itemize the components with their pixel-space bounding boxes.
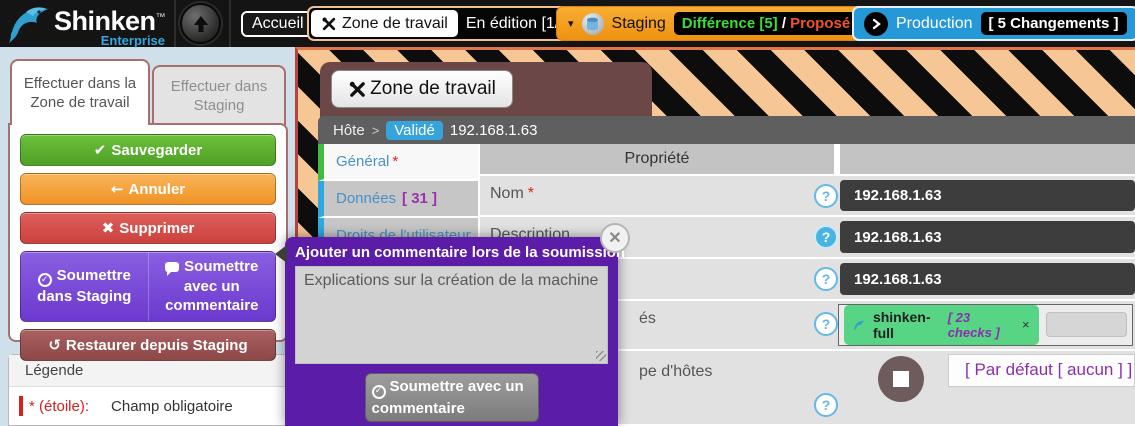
template-tag-name: shinken-full xyxy=(873,309,941,341)
action-panel: ✔Sauvegarder ←Annuler ✖Supprimer ✓Soumet… xyxy=(8,123,288,342)
submit-split-button: ✓Soumettre dans Staging Soumettre avec u… xyxy=(20,251,276,322)
comment-textarea-wrap: Explications sur la création de la machi… xyxy=(295,266,608,364)
template-tag[interactable]: shinken-full [ 23 checks ] × xyxy=(844,305,1039,345)
circled-check-icon: ✓ xyxy=(38,273,52,287)
template-search-input[interactable] xyxy=(1046,312,1127,337)
status-badge: Validé xyxy=(386,121,443,140)
help-icon[interactable]: ? xyxy=(814,312,838,336)
help-icon[interactable]: ? xyxy=(814,184,838,208)
help-icon[interactable]: ? xyxy=(814,393,838,417)
legend-key: * (étoile): xyxy=(29,398,89,415)
breadcrumb-separator: > xyxy=(372,123,380,138)
tools-icon xyxy=(348,80,367,99)
legend-marker xyxy=(19,396,23,416)
nom-input[interactable]: 192.168.1.63 xyxy=(840,180,1135,212)
workzone-title: Zone de travail xyxy=(342,15,448,33)
field-label-hostgroup: pe d'hôtes xyxy=(639,363,712,381)
chevron-right-icon xyxy=(864,12,888,36)
comment-textarea[interactable]: Explications sur la création de la machi… xyxy=(295,266,608,364)
panel-title-box: Zone de travail xyxy=(320,62,652,120)
brand-name: Shinken™ xyxy=(54,8,165,35)
shinken-logo: Shinken™ Enterprise xyxy=(6,2,165,48)
menu-item-general[interactable]: Général* xyxy=(318,144,478,181)
help-icon[interactable]: ? xyxy=(814,225,838,249)
restore-icon: ↺ xyxy=(48,336,61,354)
trademark: ™ xyxy=(156,12,166,23)
column-header-value xyxy=(840,144,1135,174)
cross-icon: ✖ xyxy=(102,219,115,237)
home-button[interactable]: Accueil xyxy=(241,11,315,37)
resize-handle[interactable] xyxy=(596,351,606,361)
topbar-divider xyxy=(174,0,176,47)
remove-tag-icon[interactable]: × xyxy=(1022,317,1030,332)
table-header: Propriété xyxy=(480,144,1135,174)
tools-icon xyxy=(321,16,337,32)
description-input[interactable]: 192.168.1.63 xyxy=(840,221,1135,253)
delete-button[interactable]: ✖Supprimer xyxy=(20,212,276,244)
help-icon[interactable]: ? xyxy=(814,267,838,291)
template-field[interactable]: shinken-full [ 23 checks ] × xyxy=(838,304,1133,346)
modal-pointer xyxy=(275,245,287,263)
submit-staging-button[interactable]: ✓Soumettre dans Staging xyxy=(21,252,149,321)
menu-item-donnees[interactable]: Données[ 31 ] xyxy=(318,181,478,218)
required-asterisk: * xyxy=(392,153,398,170)
data-count-badge: [ 31 ] xyxy=(402,190,437,207)
template-tag-checks: [ 23 checks ] xyxy=(948,310,1015,340)
legend-entry: * (étoile): Champ obligatoire xyxy=(9,387,287,425)
field-label-nom: Nom* xyxy=(490,185,534,203)
cancel-button[interactable]: ←Annuler xyxy=(20,173,276,205)
submit-with-comment-button[interactable]: Soumettre avec un commentaire xyxy=(149,252,276,321)
column-header-property: Propriété xyxy=(480,144,834,174)
stop-square-icon xyxy=(893,371,909,387)
shinken-bird-icon xyxy=(853,318,866,332)
stop-button[interactable] xyxy=(878,356,924,402)
staging-widget[interactable]: ▾ Staging Différence [5] / Proposé [1] xyxy=(556,6,893,41)
staging-title: Staging xyxy=(612,15,666,33)
chevron-down-icon[interactable]: ▾ xyxy=(568,17,574,30)
back-arrow-icon: ← xyxy=(111,180,124,198)
check-icon: ✔ xyxy=(94,141,107,159)
tab-staging-actions[interactable]: Effectuer dans Staging xyxy=(152,65,286,125)
legend-value: Champ obligatoire xyxy=(111,398,233,415)
comment-modal: ✕ Ajouter un commentaire lors de la soum… xyxy=(285,237,618,426)
up-arrow-icon xyxy=(191,14,211,34)
breadcrumb-type: Hôte xyxy=(333,122,365,139)
host-name: 192.168.1.63 xyxy=(450,122,538,139)
address-input[interactable]: 192.168.1.63 xyxy=(840,263,1135,295)
staging-status: Différence [5] / Proposé [1] xyxy=(674,12,881,35)
modal-title: Ajouter un commentaire lors de la soumis… xyxy=(295,244,608,261)
database-icon xyxy=(582,13,604,35)
close-icon[interactable]: ✕ xyxy=(600,223,630,253)
production-widget[interactable]: Production [ 5 Changements ] xyxy=(852,6,1135,41)
modal-submit-button[interactable]: ✓Soumettre avec un commentaire xyxy=(365,373,539,422)
legend-panel: Légende * (étoile): Champ obligatoire xyxy=(8,354,288,426)
save-button[interactable]: ✔Sauvegarder xyxy=(20,134,276,166)
topbar-divider xyxy=(229,0,231,47)
workzone-widget[interactable]: Zone de travail En édition [1/2] xyxy=(307,6,586,41)
panel-title: Zone de travail xyxy=(331,70,513,108)
workzone-label: Zone de travail xyxy=(311,10,458,37)
production-changes-badge: [ 5 Changements ] xyxy=(981,12,1127,35)
circled-check-icon: ✓ xyxy=(372,385,386,399)
required-asterisk: * xyxy=(528,185,534,202)
topbar: Shinken™ Enterprise Accueil Zone de trav… xyxy=(0,0,1135,47)
field-label-templates: és xyxy=(639,310,656,328)
table-row: Nom* ? 192.168.1.63 xyxy=(480,176,1135,216)
scroll-top-button[interactable] xyxy=(180,3,221,44)
comment-icon xyxy=(165,262,179,272)
production-title: Production xyxy=(896,15,973,33)
default-value-box[interactable]: [ Par défaut [ aucun ] ] xyxy=(948,354,1135,387)
breadcrumb: Hôte > Validé 192.168.1.63 xyxy=(318,116,1135,144)
tab-workzone-actions[interactable]: Effectuer dans la Zone de travail xyxy=(10,59,150,125)
restore-button[interactable]: ↺Restaurer depuis Staging xyxy=(20,329,276,361)
staging-difference: Différence [5] xyxy=(682,15,778,32)
shinken-bird-icon xyxy=(6,2,52,44)
